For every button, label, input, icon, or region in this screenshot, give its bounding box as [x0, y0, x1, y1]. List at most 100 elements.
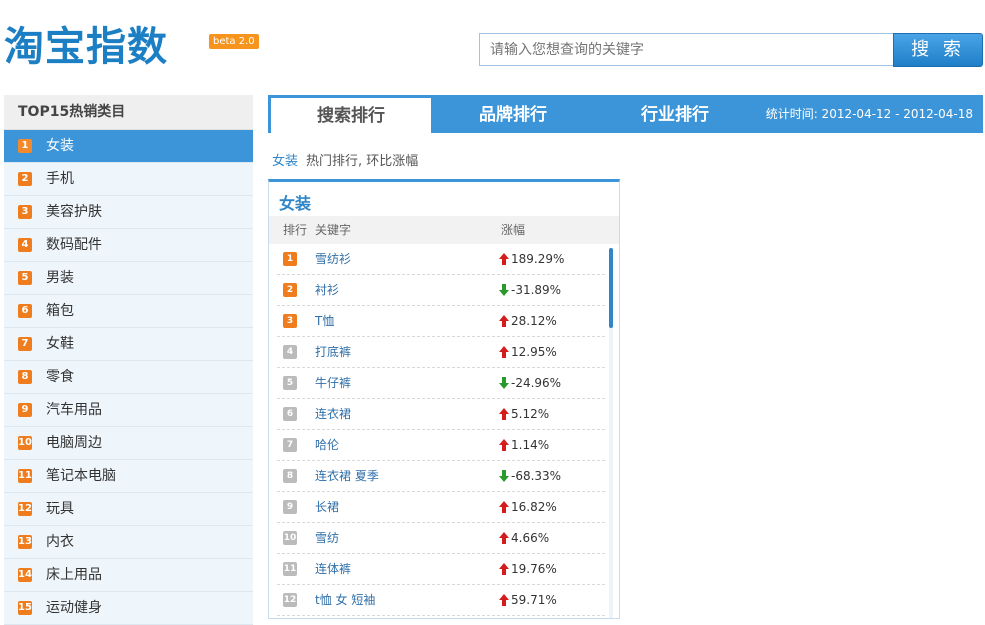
tab-brand-rank[interactable]: 品牌排行	[432, 95, 594, 133]
rank-badge: 13	[18, 535, 32, 549]
rank-badge: 7	[18, 337, 32, 351]
row-keyword-link[interactable]: 雪纺衫	[315, 244, 351, 274]
row-keyword-link[interactable]: 打底裤	[315, 337, 351, 367]
row-change-value: 189.29%	[511, 252, 565, 266]
sidebar-item[interactable]: 1 女装	[4, 130, 253, 163]
sidebar-item[interactable]: 7 女鞋	[4, 328, 253, 361]
sidebar-item-label: 男装	[46, 270, 74, 286]
row-change-value: 59.71%	[511, 593, 557, 607]
rank-badge: 5	[18, 271, 32, 285]
arrow-up-icon	[499, 315, 509, 327]
sidebar-item-label: 手机	[46, 171, 74, 187]
row-keyword-link[interactable]: 连衣裙 夏季	[315, 461, 379, 491]
row-keyword-link[interactable]: t恤 女 短袖	[315, 585, 375, 615]
sidebar-item[interactable]: 13 内衣	[4, 526, 253, 559]
arrow-down-icon	[499, 470, 509, 482]
row-keyword-link[interactable]: 长裙	[315, 492, 339, 522]
sidebar-item[interactable]: 8 零食	[4, 361, 253, 394]
col-rank: 排行	[283, 223, 308, 237]
logo[interactable]: 淘宝指数	[4, 22, 168, 72]
arrow-up-icon	[499, 501, 509, 513]
table-row: 7 哈伦 1.14%	[277, 430, 605, 461]
ranking-panel: 女装 排行 关键字 涨幅 1 雪纺衫 189.29% 2 衬衫 -31.89% 3 T恤 28.…	[268, 179, 620, 619]
arrow-up-icon	[499, 408, 509, 420]
row-change-value: 1.14%	[511, 438, 550, 452]
table-row: 4 打底裤 12.95%	[277, 337, 605, 368]
sidebar-item[interactable]: 11 笔记本电脑	[4, 460, 253, 493]
rank-badge: 6	[18, 304, 32, 318]
table-header: 排行 关键字 涨幅	[269, 216, 619, 244]
arrow-up-icon	[499, 346, 509, 358]
sidebar-item[interactable]: 10 电脑周边	[4, 427, 253, 460]
sidebar-item-label: 汽车用品	[46, 402, 102, 418]
breadcrumb-text: 热门排行, 环比涨幅	[306, 154, 419, 169]
row-rank-badge: 10	[283, 531, 297, 545]
row-change: -68.33%	[499, 461, 561, 491]
rank-badge: 3	[18, 205, 32, 219]
row-change: 1.14%	[499, 430, 549, 460]
sidebar-item[interactable]: 4 数码配件	[4, 229, 253, 262]
row-change-value: 12.95%	[511, 345, 557, 359]
sidebar-item-label: 数码配件	[46, 237, 102, 253]
row-change: 5.12%	[499, 399, 549, 429]
sidebar-item-label: 零食	[46, 369, 74, 385]
row-rank-badge: 5	[283, 376, 297, 390]
row-keyword-link[interactable]: 哈伦	[315, 430, 339, 460]
row-change-value: 28.12%	[511, 314, 557, 328]
row-change: 12.95%	[499, 337, 557, 367]
row-keyword-link[interactable]: 牛仔裤	[315, 368, 351, 398]
arrow-down-icon	[499, 284, 509, 296]
row-change-value: 16.82%	[511, 500, 557, 514]
table-row: 9 长裙 16.82%	[277, 492, 605, 523]
rank-badge: 14	[18, 568, 32, 582]
tab-industry-rank[interactable]: 行业排行	[594, 95, 756, 133]
sidebar-item-label: 笔记本电脑	[46, 468, 116, 484]
sidebar-item[interactable]: 2 手机	[4, 163, 253, 196]
col-keyword: 关键字	[315, 223, 352, 237]
table-row: 12 t恤 女 短袖 59.71%	[277, 585, 605, 616]
row-change: 4.66%	[499, 523, 549, 553]
search-input[interactable]	[479, 33, 893, 66]
sidebar-item[interactable]: 3 美容护肤	[4, 196, 253, 229]
stat-time: 统计时间: 2012-04-12 - 2012-04-18	[765, 107, 973, 121]
row-rank-badge: 2	[283, 283, 297, 297]
sidebar-item-label: 电脑周边	[46, 435, 102, 451]
rank-badge: 12	[18, 502, 32, 516]
search-button[interactable]: 搜 索	[893, 33, 983, 67]
tab-bar: 搜索排行 品牌排行 行业排行 统计时间: 2012-04-12 - 2012-0…	[268, 95, 983, 133]
row-change-value: -31.89%	[511, 283, 562, 297]
breadcrumb: 女装 热门排行, 环比涨幅	[272, 150, 418, 169]
sidebar-item-label: 床上用品	[46, 567, 102, 583]
breadcrumb-link[interactable]: 女装	[272, 154, 298, 169]
row-keyword-link[interactable]: 雪纺	[315, 523, 339, 553]
rank-badge: 9	[18, 403, 32, 417]
tab-search-rank[interactable]: 搜索排行	[270, 97, 432, 133]
scrollbar-thumb[interactable]	[609, 248, 613, 328]
table-row: 6 连衣裙 5.12%	[277, 399, 605, 430]
row-change-value: -68.33%	[511, 469, 562, 483]
arrow-down-icon	[499, 377, 509, 389]
row-rank-badge: 6	[283, 407, 297, 421]
row-change: 19.76%	[499, 554, 557, 584]
sidebar-item[interactable]: 14 床上用品	[4, 559, 253, 592]
sidebar-item[interactable]: 9 汽车用品	[4, 394, 253, 427]
sidebar-title: TOP15热销类目	[4, 95, 253, 130]
row-rank-badge: 12	[283, 593, 297, 607]
sidebar-item[interactable]: 6 箱包	[4, 295, 253, 328]
sidebar-item[interactable]: 12 玩具	[4, 493, 253, 526]
row-keyword-link[interactable]: 连衣裙	[315, 399, 351, 429]
sidebar-item[interactable]: 15 运动健身	[4, 592, 253, 625]
row-keyword-link[interactable]: 连体裤	[315, 554, 351, 584]
sidebar-item[interactable]: 5 男装	[4, 262, 253, 295]
row-change: -24.96%	[499, 368, 561, 398]
sidebar-item-label: 美容护肤	[46, 204, 102, 220]
row-keyword-link[interactable]: 衬衫	[315, 275, 339, 305]
table-row: 8 连衣裙 夏季 -68.33%	[277, 461, 605, 492]
row-keyword-link[interactable]: T恤	[315, 306, 334, 336]
arrow-up-icon	[499, 594, 509, 606]
row-rank-badge: 11	[283, 562, 297, 576]
arrow-up-icon	[499, 563, 509, 575]
row-rank-badge: 9	[283, 500, 297, 514]
sidebar-item-label: 运动健身	[46, 600, 102, 616]
table-row: 2 衬衫 -31.89%	[277, 275, 605, 306]
